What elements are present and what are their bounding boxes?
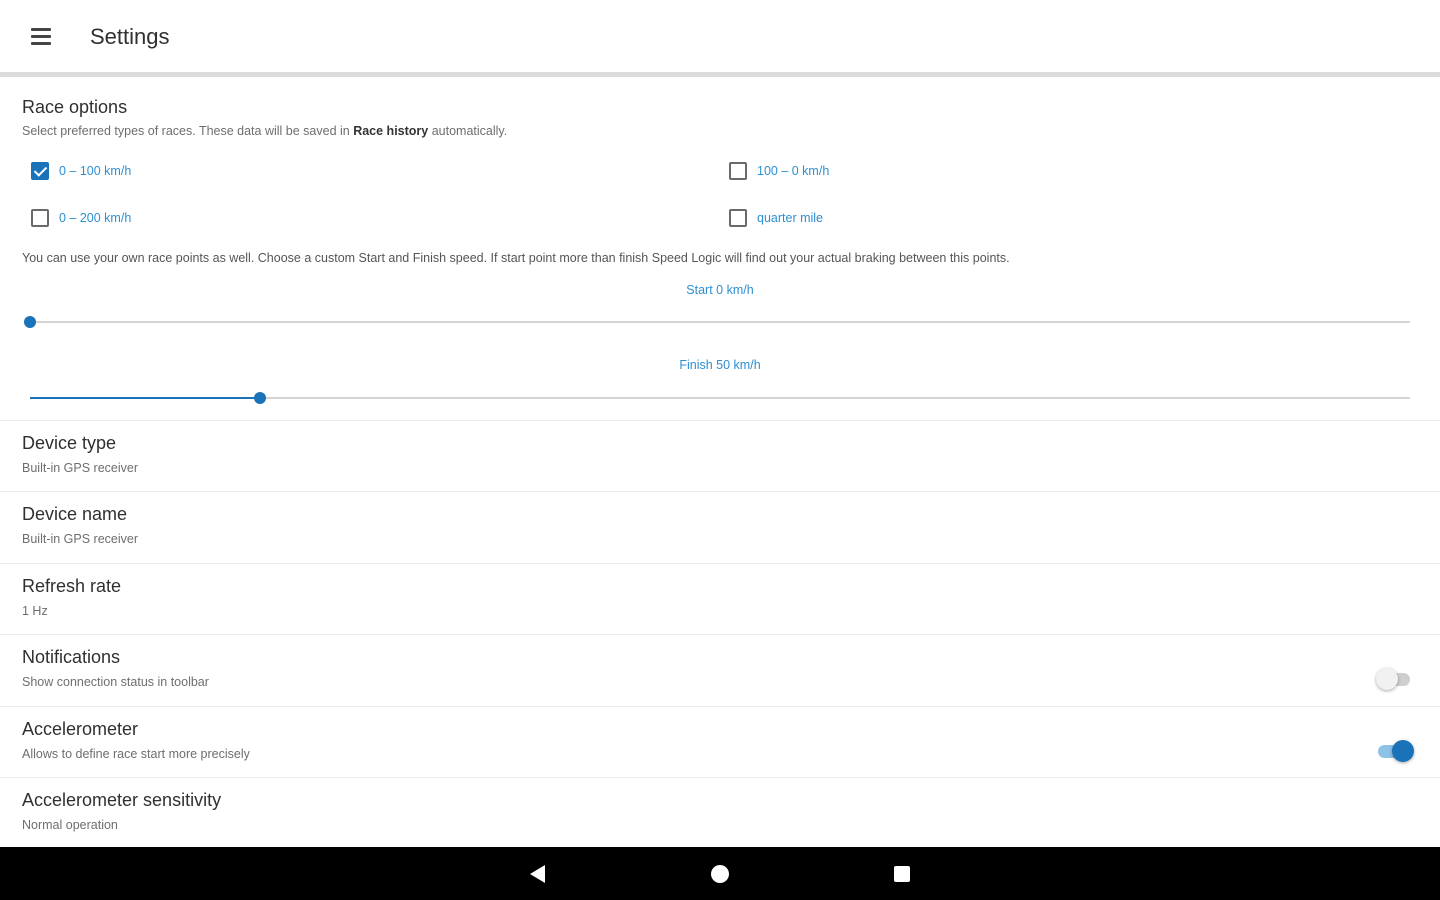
checkbox-quarter-mile-label: quarter mile xyxy=(757,211,823,225)
checkbox-0-200-label: 0 – 200 km/h xyxy=(59,211,132,225)
hamburger-menu-icon[interactable] xyxy=(20,16,60,56)
home-circle-icon[interactable] xyxy=(707,861,733,887)
pref-device-type-title: Device type xyxy=(22,433,117,453)
finish-slider-label: Finish 50 km/h xyxy=(679,358,761,372)
race-options-subtitle-prefix: Select preferred types of races. These d… xyxy=(22,124,354,138)
pref-accelerometer-sensitivity[interactable]: Accelerometer sensitivity Normal operati… xyxy=(0,777,1440,848)
system-navigation-bar xyxy=(0,847,1440,900)
pref-accelerometer-summary: Allows to define race start more precise… xyxy=(22,747,250,761)
race-options-subtitle-suffix: automatically. xyxy=(428,124,508,138)
slider-thumb[interactable] xyxy=(254,392,267,404)
checkbox-100-0-box[interactable] xyxy=(729,162,747,180)
race-history-link-text: Race history xyxy=(353,124,429,138)
checkbox-0-100-box[interactable] xyxy=(31,162,49,180)
pref-notifications-summary: Show connection status in toolbar xyxy=(22,675,209,689)
race-options-title: Race options xyxy=(22,97,128,117)
custom-race-info: You can use your own race points as well… xyxy=(22,251,1010,265)
pref-device-name[interactable]: Device name Built-in GPS receiver xyxy=(0,491,1440,562)
toggle-thumb xyxy=(1392,740,1414,762)
app-bar-divider xyxy=(0,72,1440,77)
finish-speed-slider[interactable] xyxy=(30,388,1410,408)
slider-thumb[interactable] xyxy=(24,316,36,328)
checkbox-quarter-mile-box[interactable] xyxy=(729,209,747,227)
pref-device-name-summary: Built-in GPS receiver xyxy=(22,532,139,546)
pref-refresh-rate-summary: 1 Hz xyxy=(22,604,48,618)
pref-accelerometer-sensitivity-title: Accelerometer sensitivity xyxy=(22,790,222,810)
slider-fill xyxy=(30,397,261,399)
checkbox-0-200[interactable]: 0 – 200 km/h xyxy=(31,209,131,227)
pref-refresh-rate-title: Refresh rate xyxy=(22,576,122,596)
notifications-toggle[interactable] xyxy=(1376,668,1412,690)
race-options-subtitle: Select preferred types of races. These d… xyxy=(22,124,507,138)
recents-square-icon[interactable] xyxy=(889,861,915,887)
accelerometer-toggle[interactable] xyxy=(1376,740,1414,762)
pref-accelerometer-sensitivity-summary: Normal operation xyxy=(22,818,118,832)
checkbox-quarter-mile[interactable]: quarter mile xyxy=(729,209,823,227)
start-slider-label: Start 0 km/h xyxy=(686,283,754,297)
pref-notifications-title: Notifications xyxy=(22,647,121,667)
toggle-thumb xyxy=(1376,668,1398,690)
slider-track xyxy=(30,321,1410,323)
back-triangle-icon[interactable] xyxy=(526,861,552,887)
pref-device-type-summary: Built-in GPS receiver xyxy=(22,461,139,475)
pref-notifications[interactable]: Notifications Show connection status in … xyxy=(0,634,1440,705)
checkbox-0-100[interactable]: 0 – 100 km/h xyxy=(31,162,131,180)
pref-device-type[interactable]: Device type Built-in GPS receiver xyxy=(0,420,1440,491)
pref-accelerometer-title: Accelerometer xyxy=(22,719,139,739)
pref-refresh-rate[interactable]: Refresh rate 1 Hz xyxy=(0,563,1440,634)
start-speed-slider[interactable] xyxy=(24,312,1410,332)
checkbox-100-0[interactable]: 100 – 0 km/h xyxy=(729,162,829,180)
pref-device-name-title: Device name xyxy=(22,504,128,524)
checkbox-0-200-box[interactable] xyxy=(31,209,49,227)
app-bar: Settings xyxy=(0,0,1440,72)
checkbox-100-0-label: 100 – 0 km/h xyxy=(757,164,830,178)
pref-accelerometer[interactable]: Accelerometer Allows to define race star… xyxy=(0,706,1440,777)
checkbox-0-100-label: 0 – 100 km/h xyxy=(59,164,132,178)
page-title: Settings xyxy=(90,24,170,49)
